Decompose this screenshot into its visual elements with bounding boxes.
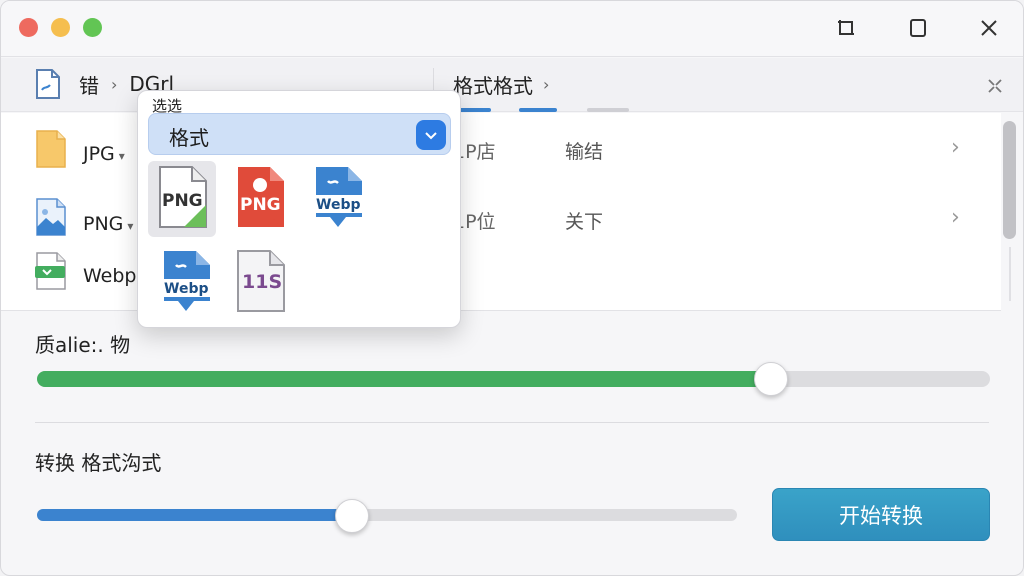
format-tile-label: PNG bbox=[162, 191, 203, 211]
tab-indicator[interactable] bbox=[587, 108, 629, 112]
format-popup: 选选 格式 PNG PNG Webp Webp 11S bbox=[137, 90, 461, 328]
format-tile-label: Webp bbox=[164, 281, 209, 297]
format-select[interactable]: 格式 bbox=[148, 113, 451, 155]
breadcrumb-folder[interactable]: 错 bbox=[79, 70, 99, 99]
convert-slider[interactable] bbox=[37, 509, 737, 521]
caret-down-icon: ▾ bbox=[118, 149, 125, 163]
quality-label: 质alie:. 物 bbox=[35, 333, 131, 357]
quality-slider-thumb[interactable] bbox=[753, 362, 788, 396]
breadcrumb-right: 格式格式 › bbox=[453, 70, 551, 99]
check-icon[interactable] bbox=[416, 120, 446, 150]
format-tile-png-red[interactable]: PNG bbox=[226, 161, 294, 237]
format-tile-webp[interactable]: Webp bbox=[304, 161, 372, 237]
file-col3: 输结 bbox=[565, 141, 604, 163]
format-tile-png[interactable]: PNG bbox=[148, 161, 216, 237]
file-name: Webp bbox=[83, 265, 137, 287]
section-divider bbox=[35, 422, 989, 423]
format-tile-label: Webp bbox=[316, 197, 361, 213]
tab-indicator[interactable] bbox=[519, 108, 557, 112]
scrollbar-track[interactable] bbox=[1009, 247, 1011, 301]
format-tile-webp-2[interactable]: Webp bbox=[152, 245, 220, 321]
window-minimize-dot[interactable] bbox=[51, 18, 70, 37]
window-close-dot[interactable] bbox=[19, 18, 38, 37]
quality-slider[interactable] bbox=[37, 371, 990, 387]
format-tile-11s[interactable]: 11S bbox=[226, 245, 294, 321]
file-icon bbox=[36, 69, 60, 99]
file-name: PNG ▾ bbox=[83, 213, 134, 235]
format-select-value: 格式 bbox=[169, 126, 209, 150]
jpg-file-icon bbox=[36, 130, 66, 168]
breadcrumb-right-title[interactable]: 格式格式 bbox=[453, 70, 533, 99]
chevron-right-icon: › bbox=[111, 74, 118, 94]
convert-label: 转换 格式沟式 bbox=[35, 451, 162, 475]
webp-file-icon bbox=[35, 252, 66, 290]
scrollbar-thumb[interactable] bbox=[1003, 121, 1016, 239]
start-convert-button[interactable]: 开始转换 bbox=[772, 488, 990, 541]
convert-slider-fill bbox=[37, 509, 352, 521]
quality-slider-fill bbox=[37, 371, 771, 387]
title-bar bbox=[1, 1, 1023, 57]
chevron-right-icon[interactable]: › bbox=[951, 135, 960, 160]
chevron-right-icon: › bbox=[543, 75, 550, 94]
collapse-icon[interactable] bbox=[985, 76, 1005, 96]
convert-slider-thumb[interactable] bbox=[335, 499, 369, 533]
file-col3: 关下 bbox=[565, 211, 604, 233]
chevron-right-icon[interactable]: › bbox=[951, 205, 960, 230]
restore-icon[interactable] bbox=[831, 13, 861, 43]
png-file-icon bbox=[36, 198, 66, 236]
format-tile-label: 11S bbox=[242, 271, 283, 293]
file-name: JPG ▾ bbox=[83, 143, 125, 165]
format-tile-label: PNG bbox=[240, 195, 281, 215]
maximize-icon[interactable] bbox=[903, 13, 933, 43]
window-zoom-dot[interactable] bbox=[83, 18, 102, 37]
caret-down-icon: ▾ bbox=[127, 219, 134, 233]
app-window: 错 › DGrl 格式格式 › JPG ▾ 1P店 输结 › PNG ▾ 1P位… bbox=[0, 0, 1024, 576]
close-icon[interactable] bbox=[974, 13, 1004, 43]
